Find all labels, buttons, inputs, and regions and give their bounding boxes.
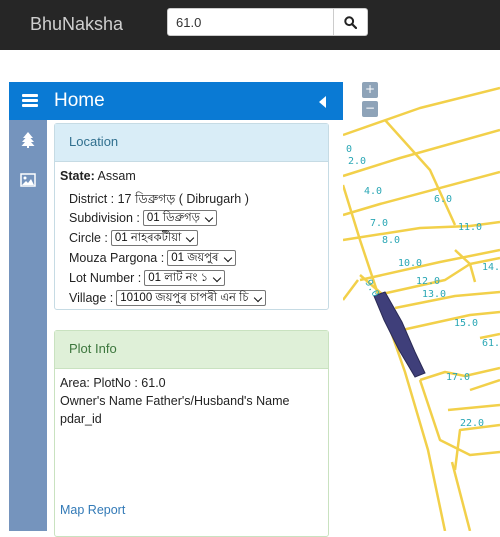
panel-header: Home (9, 82, 343, 120)
zoom-out-button[interactable]: − (362, 101, 378, 117)
plot-label: 14. (482, 262, 500, 273)
search-button[interactable] (334, 8, 368, 36)
lot-row: Lot Number : 01 লাট নং ১ (69, 270, 226, 286)
collapse-panel-icon[interactable] (319, 96, 326, 108)
app-brand[interactable]: BhuNaksha (30, 14, 123, 35)
left-rail (9, 120, 47, 531)
zoom-in-button[interactable]: + (362, 82, 378, 98)
tree-icon[interactable] (20, 132, 36, 148)
plot-label: 61. (482, 338, 500, 349)
plot-label: 15.0 (454, 318, 478, 329)
plot-label: 13.0 (422, 289, 446, 300)
top-bar: BhuNaksha (0, 0, 500, 50)
subdivision-select[interactable]: 01 ডিব্ৰুগড় (142, 210, 217, 226)
mouza-select[interactable]: 01 জয়পুৰ (167, 250, 236, 266)
lot-select[interactable]: 01 লাট নং ১ (144, 270, 226, 286)
menu-icon[interactable] (22, 94, 38, 108)
mouza-row: Mouza Pargona : 01 জয়পুৰ (69, 250, 236, 266)
plot-label: 10.0 (398, 258, 422, 269)
map-report-link[interactable]: Map Report (60, 503, 125, 517)
village-label: Village : (69, 291, 114, 305)
plot-info-card: Plot Info Area: PlotNo : 61.0 Owner's Na… (54, 330, 329, 537)
district-text: District : 17 ডিব্ৰুগড় ( Dibrugarh ) (69, 192, 249, 206)
plot-label: 7.0 (370, 218, 388, 229)
plot-label: 17.0 (446, 372, 470, 383)
plot-label: 4.0 (364, 186, 382, 197)
state-label: State: (60, 169, 95, 183)
plot-info-heading: Plot Info (55, 331, 328, 369)
subdivision-row: Subdivision : 01 ডিব্ৰুগড় (69, 210, 217, 226)
pdar-id-text: pdar_id (60, 412, 102, 426)
state-value: Assam (97, 169, 136, 183)
plot-label: 2.0 (348, 156, 366, 167)
location-heading: Location (55, 124, 328, 162)
subdivision-label: Subdivision : (69, 211, 140, 225)
panel-content: Location State: Assam District : 17 ডিব্… (47, 120, 343, 537)
search-input[interactable] (167, 8, 334, 36)
circle-row: Circle : 01 নাহৰকটীয়া (69, 230, 199, 246)
plot-label: 0 (346, 144, 352, 155)
plot-label: 12.0 (416, 276, 440, 287)
panel-title: Home (54, 90, 105, 111)
search-icon (344, 15, 357, 29)
owner-name-text: Owner's Name Father's/Husband's Name (60, 394, 290, 408)
village-select[interactable]: 10100 জয়পুৰ চাপৰী এন চি (116, 290, 266, 306)
plot-label: 6.0 (434, 194, 452, 205)
plot-label: 8.0 (382, 235, 400, 246)
circle-label: Circle : (69, 231, 108, 245)
plot-area-text: Area: PlotNo : 61.0 (60, 376, 166, 390)
mouza-label: Mouza Pargona : (69, 251, 165, 265)
village-row: Village : 10100 জয়পুৰ চাপৰী এন চি (69, 290, 266, 306)
plot-label: 22.0 (460, 418, 484, 429)
image-icon[interactable] (20, 172, 36, 188)
plot-label: 11.0 (458, 222, 482, 233)
circle-select[interactable]: 01 নাহৰকটীয়া (110, 230, 199, 246)
lot-label: Lot Number : (69, 271, 142, 285)
location-card: Location State: Assam District : 17 ডিব্… (54, 123, 329, 310)
state-row: State: Assam (60, 169, 136, 183)
side-panel: Home Location State: Assam District : 17… (9, 82, 343, 537)
